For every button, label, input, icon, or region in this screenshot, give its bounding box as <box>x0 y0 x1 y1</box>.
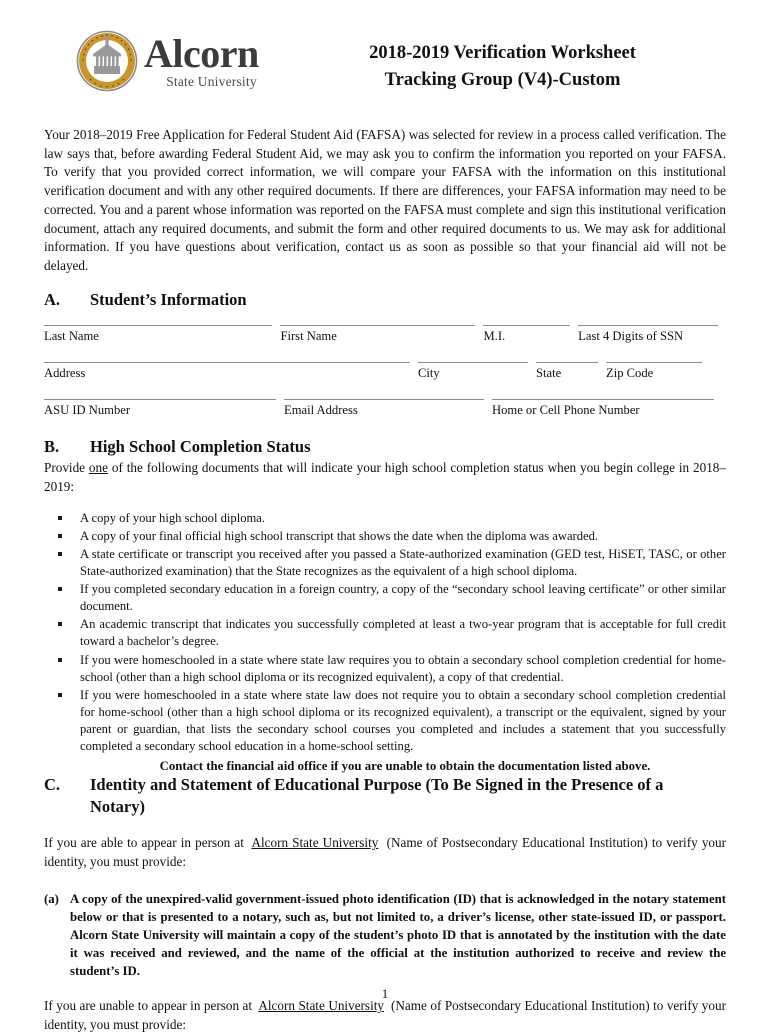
middle-initial-field[interactable]: M.I. <box>483 324 571 344</box>
institution-subname: State University <box>166 73 257 89</box>
list-item: An academic transcript that indicates yo… <box>44 616 726 650</box>
contact-financial-aid-note: Contact the financial aid office if you … <box>159 759 651 774</box>
form-row-name: Last Name First Name M.I. Last 4 Digits … <box>44 324 726 344</box>
phone-number-label: Home or Cell Phone Number <box>492 402 640 417</box>
able-institution-blank[interactable]: Alcorn State University <box>251 835 378 850</box>
list-item: A copy of your final official high schoo… <box>44 528 726 545</box>
list-item: If you were homeschooled in a state wher… <box>44 652 726 686</box>
provide-emphasis: one <box>88 459 108 475</box>
last-name-label: Last Name <box>44 328 99 343</box>
page-title: 2018-2019 Verification Worksheet Trackin… <box>289 30 726 94</box>
list-item: If you were homeschooled in a state wher… <box>44 687 726 756</box>
item-a-text: A copy of the unexpired-valid government… <box>70 891 726 979</box>
city-label: City <box>418 365 440 380</box>
section-b-title: High School Completion Status <box>90 436 311 456</box>
form-row-address: Address City State Zip Code <box>44 361 726 381</box>
intro-paragraph: Your 2018–2019 Free Application for Fede… <box>44 127 726 274</box>
section-a-title: Student’s Information <box>90 290 247 310</box>
city-field[interactable]: City <box>418 361 528 381</box>
section-b-heading: B. High School Completion Status <box>44 436 726 457</box>
form-row-contact: ASU ID Number Email Address Home or Cell… <box>44 398 726 418</box>
able-pre-text: If you are able to appear in person at <box>44 835 244 851</box>
state-label: State <box>536 365 562 380</box>
provide-post: of the following documents that will ind… <box>44 459 726 494</box>
ssn-last4-field[interactable]: Last 4 Digits of SSN <box>578 324 718 344</box>
document-header: Alcorn State University 2018-2019 Verifi… <box>44 0 726 112</box>
identity-requirement-item-a: (a) A copy of the unexpired-valid govern… <box>44 890 726 981</box>
section-c-heading: C. Identity and Statement of Educational… <box>44 774 726 817</box>
section-b-letter: B. <box>44 436 60 456</box>
middle-initial-label: M.I. <box>483 328 506 343</box>
asu-id-field[interactable]: ASU ID Number <box>44 398 276 418</box>
page-title-line1: 2018-2019 Verification Worksheet <box>369 43 636 63</box>
page-number: 1 <box>381 986 389 1001</box>
institution-name: Alcorn <box>144 30 259 76</box>
list-item: A copy of your high school diploma. <box>44 510 726 527</box>
phone-number-field[interactable]: Home or Cell Phone Number <box>492 398 714 418</box>
address-field[interactable]: Address <box>44 361 410 381</box>
zip-code-label: Zip Code <box>606 365 654 380</box>
section-b-instruction: Provide one of the following documents t… <box>44 459 726 496</box>
item-a-marker: (a) <box>44 891 59 906</box>
provide-pre: Provide <box>44 459 89 475</box>
document-options-list: A copy of your high school diploma. A co… <box>44 510 726 756</box>
list-item: If you completed secondary education in … <box>44 581 726 615</box>
section-c-letter: C. <box>44 775 61 795</box>
email-address-label: Email Address <box>284 402 358 417</box>
state-field[interactable]: State <box>536 361 598 381</box>
page-title-line2: Tracking Group (V4)-Custom <box>384 69 621 90</box>
first-name-field[interactable]: First Name <box>280 324 476 344</box>
ssn-last4-label: Last 4 Digits of SSN <box>578 328 684 343</box>
document-page: Alcorn State University 2018-2019 Verifi… <box>0 0 770 1032</box>
institution-logo: Alcorn State University <box>44 30 289 92</box>
university-seal-icon <box>76 30 138 92</box>
email-address-field[interactable]: Email Address <box>284 398 484 418</box>
last-name-field[interactable]: Last Name <box>44 324 273 344</box>
student-information-form: Last Name First Name M.I. Last 4 Digits … <box>44 324 726 418</box>
zip-code-field[interactable]: Zip Code <box>606 361 702 381</box>
address-label: Address <box>44 365 86 380</box>
first-name-label: First Name <box>280 328 337 343</box>
section-c-title-line1: Identity and Statement of Educational Pu… <box>90 775 634 795</box>
list-item: A state certificate or transcript you re… <box>44 546 726 580</box>
unable-to-appear-paragraph: If you are unable to appear in person at… <box>44 996 726 1034</box>
institution-wordmark: Alcorn State University <box>144 30 259 89</box>
section-a-letter: A. <box>44 290 61 310</box>
section-a-heading: A. Student’s Information <box>44 289 726 310</box>
asu-id-label: ASU ID Number <box>44 402 131 417</box>
section-c-title: Identity and Statement of Educational Pu… <box>90 774 726 817</box>
able-to-appear-paragraph: If you are able to appear in person at A… <box>44 833 726 871</box>
